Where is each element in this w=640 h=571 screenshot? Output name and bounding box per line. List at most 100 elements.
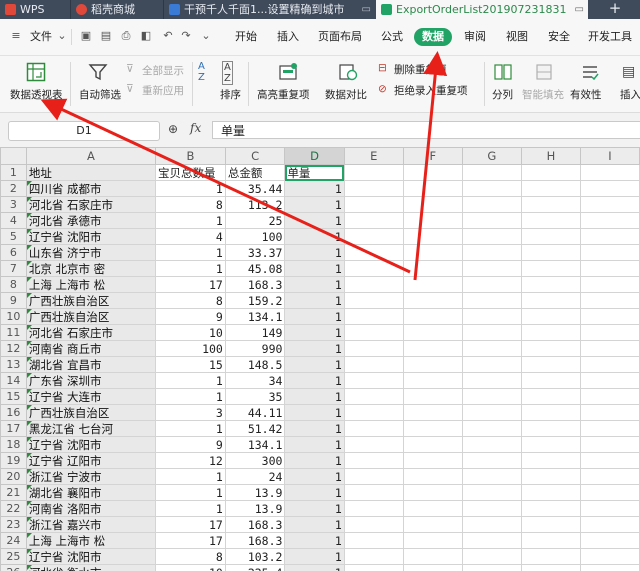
cell[interactable]: [461, 164, 522, 181]
cell[interactable]: [343, 564, 404, 571]
cell[interactable]: [520, 404, 581, 421]
cell[interactable]: [343, 196, 404, 213]
cell[interactable]: [343, 532, 404, 549]
cell[interactable]: [579, 164, 640, 181]
reapply-button[interactable]: ⊽ 重新应用: [126, 83, 188, 97]
cell[interactable]: [579, 308, 640, 325]
row-header[interactable]: 26: [0, 564, 27, 571]
column-header-c[interactable]: C: [224, 147, 286, 165]
cell[interactable]: [579, 436, 640, 453]
cell-address[interactable]: 辽宁省 大连市: [25, 388, 157, 405]
cell-quantity[interactable]: 10: [155, 564, 226, 571]
fx-icon[interactable]: fx: [190, 121, 201, 135]
cell[interactable]: [402, 420, 463, 437]
cell-orders[interactable]: 1: [284, 548, 345, 565]
reject-duplicates-button[interactable]: ⊘ 拒绝录入重复项: [378, 83, 482, 97]
tab-export-order-list[interactable]: ExportOrderList201907231831 ▭: [376, 0, 588, 19]
cell-quantity[interactable]: 9: [155, 436, 226, 453]
row-header[interactable]: 23: [0, 516, 27, 533]
row-header[interactable]: 4: [0, 212, 27, 229]
cell[interactable]: [579, 260, 640, 277]
cell-amount[interactable]: 100: [224, 228, 286, 245]
cell-address[interactable]: 河北省 石家庄市: [25, 324, 157, 341]
cell-orders[interactable]: 1: [284, 356, 345, 373]
cell[interactable]: [461, 420, 522, 437]
cell-amount[interactable]: 34: [224, 372, 286, 389]
row-header[interactable]: 24: [0, 532, 27, 549]
cell-address[interactable]: 广东省 深圳市: [25, 372, 157, 389]
select-all-corner[interactable]: [0, 147, 27, 165]
cell[interactable]: [520, 564, 581, 571]
row-header[interactable]: 21: [0, 484, 27, 501]
cell[interactable]: [461, 356, 522, 373]
cell-orders[interactable]: 1: [284, 308, 345, 325]
cell[interactable]: [461, 372, 522, 389]
cell[interactable]: [461, 228, 522, 245]
cell-amount[interactable]: 134.1: [224, 436, 286, 453]
cell-quantity[interactable]: 1: [155, 388, 226, 405]
cell-orders[interactable]: 1: [284, 516, 345, 533]
show-all-button[interactable]: ⊽ 全部显示: [126, 63, 188, 77]
cell-amount[interactable]: 33.37: [224, 244, 286, 261]
cell[interactable]: [520, 420, 581, 437]
menu-insert[interactable]: 插入: [274, 28, 302, 46]
cell-quantity[interactable]: 1: [155, 500, 226, 517]
insert-dropdown-button[interactable]: ▤ 插入: [614, 58, 640, 110]
cell-quantity[interactable]: 1: [155, 468, 226, 485]
cell[interactable]: [402, 388, 463, 405]
cell[interactable]: [520, 532, 581, 549]
cell-quantity[interactable]: 17: [155, 276, 226, 293]
row-header[interactable]: 14: [0, 372, 27, 389]
cell-orders[interactable]: 1: [284, 260, 345, 277]
cell[interactable]: [579, 324, 640, 341]
cell-amount-header[interactable]: 总金额: [224, 164, 286, 181]
cell[interactable]: [520, 212, 581, 229]
save-icon[interactable]: ▣: [80, 30, 92, 42]
autofilter-button[interactable]: 自动筛选: [74, 58, 124, 110]
cell[interactable]: [520, 292, 581, 309]
cell-amount[interactable]: 134.1: [224, 308, 286, 325]
cell-amount[interactable]: 25: [224, 212, 286, 229]
cell[interactable]: [520, 260, 581, 277]
cell[interactable]: [402, 324, 463, 341]
cell[interactable]: [579, 420, 640, 437]
cell-quantity[interactable]: 1: [155, 420, 226, 437]
cell[interactable]: [520, 164, 581, 181]
cell[interactable]: [579, 372, 640, 389]
column-header-i[interactable]: I: [579, 147, 640, 165]
cell-orders[interactable]: 1: [284, 532, 345, 549]
column-header-e[interactable]: E: [343, 147, 404, 165]
row-header[interactable]: 3: [0, 196, 27, 213]
cell-quantity[interactable]: 17: [155, 532, 226, 549]
cell-amount[interactable]: 13.9: [224, 500, 286, 517]
cell[interactable]: [402, 340, 463, 357]
cell[interactable]: [579, 564, 640, 571]
formula-input[interactable]: 单量: [212, 121, 640, 139]
cell[interactable]: [461, 388, 522, 405]
cell[interactable]: [461, 484, 522, 501]
cell[interactable]: [343, 164, 404, 181]
cell[interactable]: [461, 276, 522, 293]
new-tab-button[interactable]: +: [590, 0, 640, 19]
cell-address[interactable]: 河北省 承德市: [25, 212, 157, 229]
row-header[interactable]: 7: [0, 260, 27, 277]
cell[interactable]: [579, 532, 640, 549]
cell[interactable]: [343, 516, 404, 533]
cell[interactable]: [579, 180, 640, 197]
cell[interactable]: [520, 244, 581, 261]
cell[interactable]: [343, 308, 404, 325]
cell-orders[interactable]: 1: [284, 340, 345, 357]
undo-icon[interactable]: ↶: [162, 30, 174, 42]
cell-quantity[interactable]: 1: [155, 244, 226, 261]
print-icon[interactable]: ⎙: [120, 30, 132, 42]
cell[interactable]: [579, 548, 640, 565]
cell-amount[interactable]: 103.2: [224, 548, 286, 565]
row-header[interactable]: 22: [0, 500, 27, 517]
cell[interactable]: [579, 228, 640, 245]
cell[interactable]: [402, 228, 463, 245]
zoom-icon[interactable]: ⊕: [168, 122, 178, 136]
cell-amount[interactable]: 168.3: [224, 516, 286, 533]
cell[interactable]: [402, 548, 463, 565]
cell[interactable]: [402, 308, 463, 325]
hamburger-icon[interactable]: ≡: [10, 30, 22, 42]
